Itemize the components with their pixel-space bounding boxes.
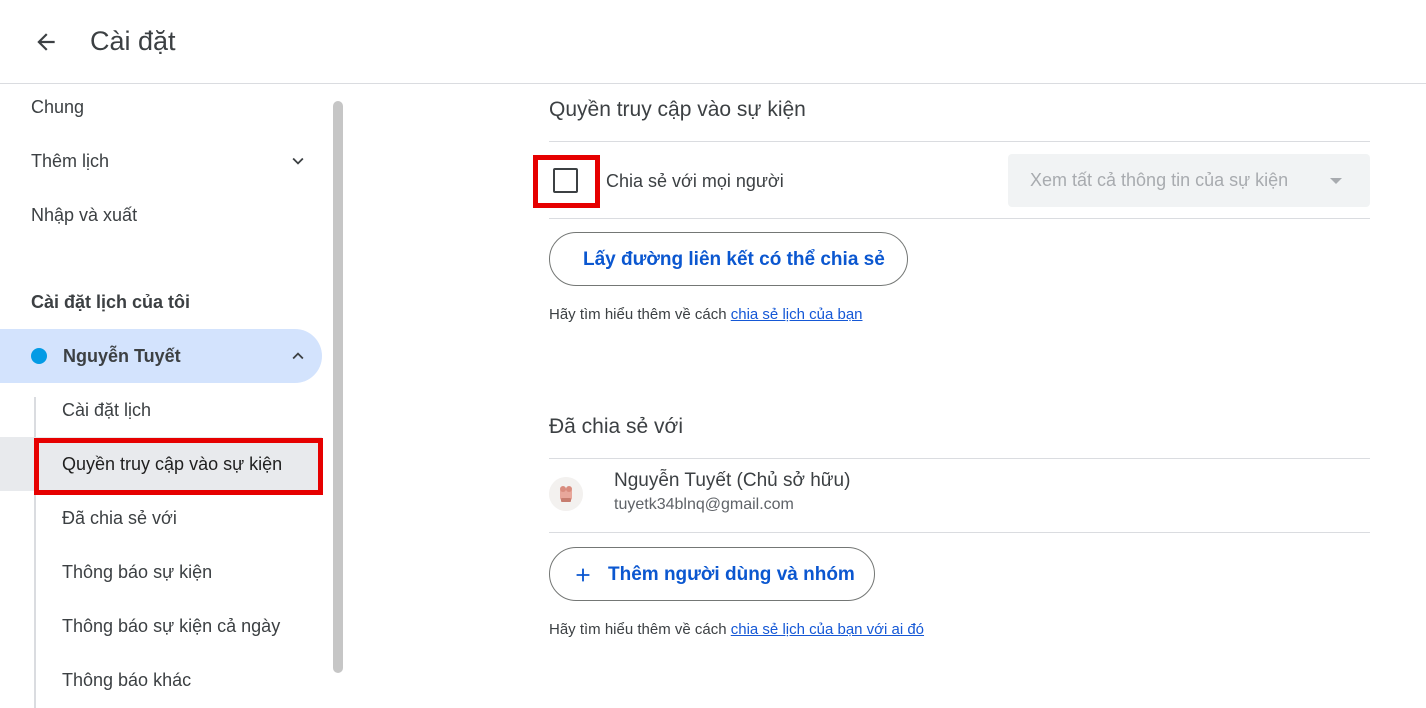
top-bar: Cài đặt: [0, 0, 1426, 84]
avatar: [549, 477, 583, 511]
highlight-box-checkbox: [533, 155, 600, 208]
event-access-heading: Quyền truy cập vào sự kiện: [549, 98, 806, 121]
add-people-label: Thêm người dùng và nhóm: [608, 564, 855, 585]
shared-with-heading: Đã chia sẻ với: [549, 415, 683, 438]
back-button[interactable]: [24, 20, 68, 64]
arrow-back-icon: [37, 33, 55, 51]
sidebar-subitem-shared-with[interactable]: Đã chia sẻ với: [62, 506, 177, 530]
help-link-share-with-someone[interactable]: chia sẻ lịch của bạn với ai đó: [731, 621, 924, 638]
divider: [549, 532, 1370, 533]
dropdown-caret-icon: [1330, 178, 1342, 184]
my-calendars-settings-heading: Cài đặt lịch của tôi: [31, 292, 191, 312]
permission-select[interactable]: Xem tất cả thông tin của sự kiện: [1008, 154, 1370, 207]
chevron-down-icon[interactable]: [286, 149, 310, 173]
settings-sidebar: Chung Thêm lịch Nhập và xuất Cài đặt lịc…: [0, 85, 346, 708]
chevron-up-icon[interactable]: [286, 344, 310, 368]
plus-icon: [576, 568, 590, 582]
sidebar-subitem-allday-notifications[interactable]: Thông báo sự kiện cả ngày: [62, 614, 280, 638]
help-text-share-with-someone: Hãy tìm hiểu thêm về cách chia sẻ lịch c…: [549, 620, 924, 640]
calendar-name: Nguyễn Tuyết: [63, 346, 181, 366]
divider: [549, 458, 1370, 459]
divider: [549, 218, 1370, 219]
get-shareable-link-button[interactable]: Lấy đường liên kết có thể chia sẻ: [549, 232, 908, 286]
sidebar-item-general[interactable]: Chung: [31, 95, 84, 119]
shared-user-email: tuyetk34blnq@gmail.com: [614, 496, 794, 513]
sidebar-item-import-export[interactable]: Nhập và xuất: [31, 203, 137, 227]
sidebar-item-add-calendar[interactable]: Thêm lịch: [31, 149, 109, 173]
page-title: Cài đặt: [90, 26, 176, 56]
add-people-button[interactable]: Thêm người dùng và nhóm: [549, 547, 875, 601]
shared-user-name: Nguyễn Tuyết (Chủ sở hữu): [614, 470, 851, 491]
sidebar-subitem-other-notifications[interactable]: Thông báo khác: [62, 668, 191, 692]
sidebar-subitem-event-notifications[interactable]: Thông báo sự kiện: [62, 560, 212, 584]
sidebar-subitem-calendar-settings[interactable]: Cài đặt lịch: [62, 398, 151, 422]
share-public-label: Chia sẻ với mọi người: [606, 171, 784, 191]
help-text-prefix: Hãy tìm hiểu thêm về cách: [549, 621, 727, 638]
help-link-share-calendar[interactable]: chia sẻ lịch của bạn: [731, 306, 863, 323]
get-shareable-link-label: Lấy đường liên kết có thể chia sẻ: [583, 249, 885, 270]
divider: [549, 141, 1370, 142]
permission-select-value: Xem tất cả thông tin của sự kiện: [1030, 170, 1289, 190]
sidebar-scrollbar[interactable]: [333, 101, 343, 673]
highlight-box-event-access: [34, 438, 323, 495]
calendar-item-nguyen-tuyet[interactable]: Nguyễn Tuyết: [0, 329, 322, 383]
help-text-share: Hãy tìm hiểu thêm về cách chia sẻ lịch c…: [549, 305, 863, 325]
calendar-color-dot: [31, 348, 47, 364]
help-text-prefix: Hãy tìm hiểu thêm về cách: [549, 306, 727, 323]
